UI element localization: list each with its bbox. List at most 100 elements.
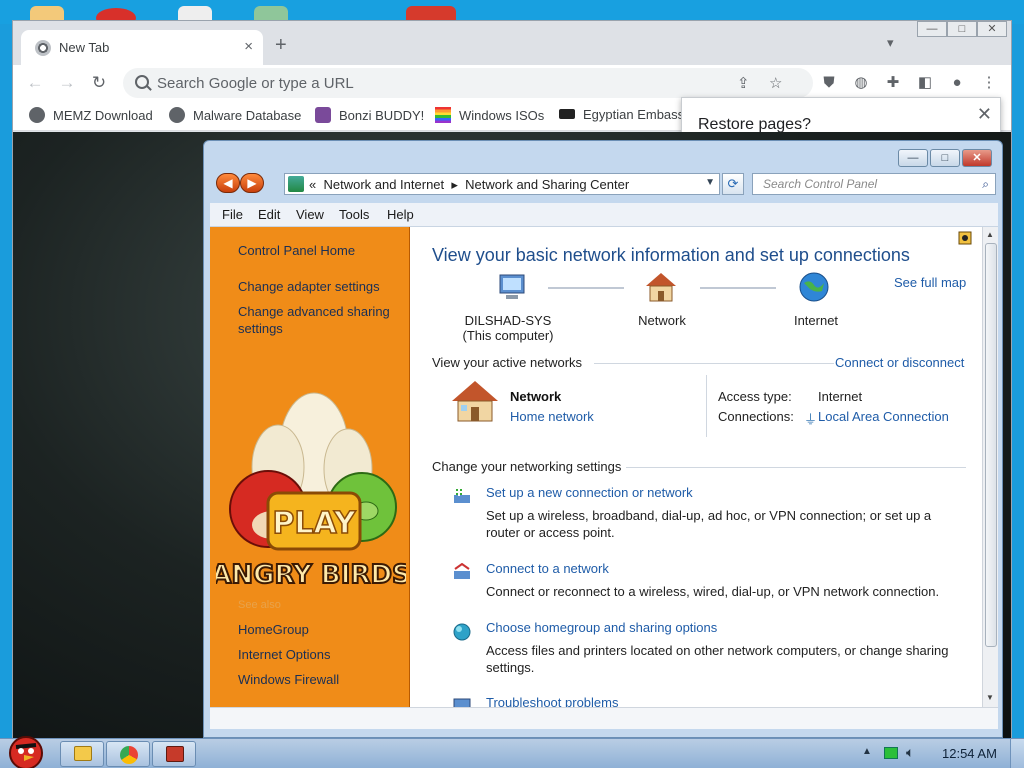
change-settings-heading: Change your networking settings (432, 459, 622, 474)
profile-avatar-icon[interactable]: ● (947, 73, 967, 93)
menu-edit[interactable]: Edit (258, 207, 280, 222)
globe-icon (169, 107, 185, 123)
cp-status-bar (210, 707, 998, 729)
cp-close-button[interactable]: ✕ (962, 149, 992, 167)
sidebar-internet-options[interactable]: Internet Options (238, 646, 408, 663)
home-network-icon (452, 381, 498, 422)
show-hidden-icons-icon[interactable]: ▲ (862, 746, 872, 757)
bookmark-malware-database[interactable]: Malware Database (169, 107, 301, 123)
refresh-icon[interactable]: ⟳ (722, 173, 744, 195)
cp-minimize-button[interactable]: — (898, 149, 928, 167)
vertical-scrollbar[interactable]: ▲ ▼ (982, 227, 998, 707)
cp-address-bar[interactable]: « Network and Internet ▸ Network and Sha… (284, 173, 720, 195)
taskbar-chrome-button[interactable] (106, 741, 150, 767)
chevron-down-icon[interactable]: ▼ (705, 177, 715, 188)
map-connector (548, 287, 624, 289)
new-tab-button[interactable]: + (275, 35, 287, 55)
connections-label: Connections: (718, 409, 794, 424)
access-type-label: Access type: (718, 389, 792, 404)
forward-icon[interactable]: → (57, 73, 77, 93)
breadcrumb-root[interactable]: « (309, 177, 316, 192)
menu-help[interactable]: Help (387, 207, 414, 222)
bookmark-windows-isos[interactable]: Windows ISOs (435, 107, 544, 123)
ublock-shield-icon[interactable]: ⛊ (819, 73, 839, 93)
address-bar[interactable]: Search Google or type a URL ⇪ ☆ (123, 68, 813, 98)
breadcrumb-network-internet[interactable]: Network and Internet (323, 177, 444, 192)
network-name: Network (510, 389, 562, 404)
volume-icon[interactable]: 🔈︎ (906, 744, 914, 761)
menu-kebab-icon[interactable]: ⋮ (979, 73, 999, 93)
cp-maximize-button[interactable]: □ (930, 149, 960, 167)
share-icon[interactable]: ⇪ (737, 74, 750, 92)
tab-search-chevron-icon[interactable]: ▾ (887, 35, 894, 51)
show-desktop-button[interactable] (1010, 739, 1024, 768)
menu-file[interactable]: File (222, 207, 243, 222)
menu-view[interactable]: View (296, 207, 324, 222)
forward-arrow-icon[interactable]: ▶ (240, 173, 264, 193)
cp-search-input[interactable]: Search Control Panel ⌕ (752, 173, 996, 195)
browser-toolbar: ← → ↻ Search Google or type a URL ⇪ ☆ ⛊ … (13, 65, 1011, 101)
bookmark-egyptian-embassy[interactable]: Egyptian Embassy (559, 107, 691, 122)
sidebar-homegroup[interactable]: HomeGroup (238, 621, 408, 638)
home-network-link[interactable]: Home network (510, 409, 594, 424)
bookmark-memz[interactable]: MEMZ Download (29, 107, 153, 123)
divider (594, 363, 834, 364)
extension-flag-icon[interactable]: ◍ (851, 73, 871, 93)
globe-icon (799, 272, 829, 302)
help-badge-icon[interactable] (958, 229, 974, 245)
taskbar-explorer-button[interactable] (60, 741, 104, 767)
clock[interactable]: 12:54 AM (942, 746, 997, 761)
homegroup-icon (453, 623, 471, 641)
map-node-internet[interactable]: Internet (776, 313, 856, 328)
house-icon (646, 273, 676, 302)
close-button[interactable]: ✕ (977, 21, 1007, 37)
divider (626, 467, 966, 468)
see-full-map-link[interactable]: See full map (894, 275, 966, 290)
search-icon[interactable]: ⌕ (982, 177, 989, 192)
wix-icon (559, 109, 575, 119)
back-icon[interactable]: ← (25, 73, 45, 93)
taskbar-network-center-button[interactable] (152, 741, 196, 767)
network-tray-icon[interactable] (884, 747, 898, 759)
setup-connection-link[interactable]: Set up a new connection or network (486, 485, 693, 500)
side-panel-icon[interactable]: ◧ (915, 73, 935, 93)
reload-icon[interactable]: ↻ (89, 73, 109, 93)
sidebar-control-panel-home[interactable]: Control Panel Home (238, 242, 408, 259)
tab-new-tab[interactable]: New Tab × (21, 30, 263, 65)
vertical-divider (706, 375, 707, 437)
menu-tools[interactable]: Tools (339, 207, 369, 222)
connect-to-network-desc: Connect or reconnect to a wireless, wire… (486, 584, 940, 599)
scrollbar-thumb[interactable] (985, 243, 997, 647)
chrome-icon (35, 40, 51, 56)
network-label: Network (638, 313, 686, 328)
map-node-network[interactable]: Network (622, 313, 702, 328)
extensions-puzzle-icon[interactable]: ✚ (883, 73, 903, 93)
maximize-button[interactable]: □ (947, 21, 977, 37)
access-type-value: Internet (818, 389, 863, 404)
back-arrow-icon[interactable]: ◀ (216, 173, 240, 193)
bookmark-bonzi[interactable]: Bonzi BUDDY! (315, 107, 424, 123)
tab-close-icon[interactable]: × (244, 38, 253, 55)
internet-label: Internet (793, 313, 839, 328)
homegroup-sharing-desc: Access files and printers located on oth… (486, 643, 949, 675)
start-button-angry-bird-icon[interactable] (4, 731, 48, 768)
connect-to-network-link[interactable]: Connect to a network (486, 561, 609, 576)
breadcrumb-sharing-center[interactable]: Network and Sharing Center (465, 177, 629, 192)
connect-disconnect-link[interactable]: Connect or disconnect (835, 355, 964, 370)
star-icon[interactable]: ☆ (769, 74, 782, 92)
angry-birds-ad[interactable]: PLAY ANGRY BIRDS (216, 387, 406, 597)
map-node-computer[interactable]: DILSHAD-SYS (This computer) (448, 313, 568, 343)
scroll-up-icon[interactable]: ▲ (986, 230, 994, 239)
close-icon[interactable]: ✕ (977, 104, 992, 125)
local-area-connection-link[interactable]: Local Area Connection (818, 409, 949, 424)
scroll-down-icon[interactable]: ▼ (986, 693, 994, 702)
sidebar-windows-firewall[interactable]: Windows Firewall (238, 671, 408, 688)
sidebar-change-adapter[interactable]: Change adapter settings (238, 278, 408, 295)
ethernet-plug-icon: ⏚ (804, 412, 818, 427)
cp-sidebar: Control Panel Home Change adapter settin… (210, 227, 410, 707)
sidebar-change-advanced-sharing[interactable]: Change advanced sharing settings (238, 303, 408, 337)
homegroup-sharing-link[interactable]: Choose homegroup and sharing options (486, 620, 717, 635)
angry-birds-logo: ANGRY BIRDS (216, 560, 406, 590)
minimize-button[interactable]: — (917, 21, 947, 37)
troubleshoot-link[interactable]: Troubleshoot problems (486, 695, 618, 707)
